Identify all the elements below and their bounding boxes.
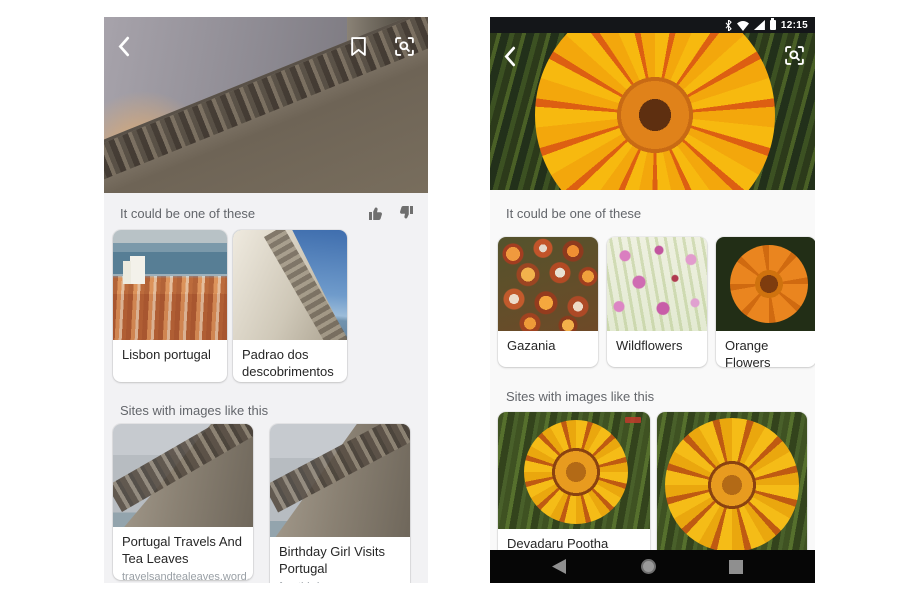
card-label: Wildflowers — [607, 331, 707, 355]
visual-search-icon — [784, 45, 805, 66]
card-label: Padrao dos descobrimentos — [233, 340, 347, 381]
padrao-thumbnail — [233, 230, 347, 340]
status-bar: 12:15 — [490, 17, 815, 33]
suggestions-heading-row: It could be one of these — [506, 206, 801, 221]
signal-icon — [754, 20, 765, 30]
back-button[interactable] — [503, 46, 516, 72]
visual-search-button[interactable] — [394, 36, 415, 62]
suggestion-card-gazania[interactable]: Gazania — [498, 237, 598, 367]
right-screenshot: 12:15 It could be one of these Gazania — [490, 17, 815, 583]
gazania-flower-shape — [665, 418, 799, 552]
site-thumbnail — [270, 424, 410, 537]
church-shape — [130, 256, 145, 284]
sites-heading-row: Sites with images like this — [506, 389, 801, 404]
wifi-icon — [737, 20, 749, 31]
visual-search-icon — [394, 36, 415, 57]
chevron-left-icon — [503, 46, 516, 67]
site-domain: fourthirds-user.com — [270, 578, 410, 583]
sites-heading: Sites with images like this — [120, 403, 268, 418]
gazania-flower-shape — [535, 33, 775, 190]
site-thumbnail — [113, 424, 253, 527]
bluetooth-icon — [725, 20, 732, 31]
query-image-monument — [104, 17, 428, 193]
nav-recents-button[interactable] — [729, 560, 743, 574]
thumbs-down-icon[interactable] — [398, 205, 414, 221]
suggestion-card-lisbon[interactable]: Lisbon portugal — [113, 230, 227, 382]
site-cards-row: Portugal Travels And Tea Leaves travelsa… — [113, 424, 410, 583]
sites-heading: Sites with images like this — [506, 389, 654, 404]
feedback-buttons — [368, 205, 414, 221]
cosmos-flower-shape — [730, 245, 808, 323]
lisbon-thumbnail — [113, 230, 227, 340]
bookmark-icon — [351, 37, 366, 56]
nav-home-button[interactable] — [641, 559, 656, 574]
card-label: Orange Flowers — [716, 331, 815, 367]
site-title: Portugal Travels And Tea Leaves — [113, 527, 253, 568]
gazania-thumbnail — [498, 237, 598, 331]
card-label: Gazania — [498, 331, 598, 355]
suggestion-cards-row: Gazania Wildflowers Orange Flowers — [498, 237, 815, 367]
wildflowers-thumbnail — [607, 237, 707, 331]
suggestion-card-wildflowers[interactable]: Wildflowers — [607, 237, 707, 367]
site-card-tea-leaves[interactable]: Portugal Travels And Tea Leaves travelsa… — [113, 424, 253, 580]
status-time: 12:15 — [781, 20, 808, 31]
image-watermark — [625, 417, 641, 423]
left-screenshot: It could be one of these Lisbon portugal… — [104, 17, 428, 583]
site-thumbnail — [498, 412, 650, 529]
bookmark-button[interactable] — [351, 37, 366, 61]
thumbs-up-icon[interactable] — [368, 205, 384, 221]
android-nav-bar — [490, 550, 815, 583]
suggestion-cards-row: Lisbon portugal Padrao dos descobrimento… — [113, 230, 347, 382]
suggestion-card-orange-flowers[interactable]: Orange Flowers — [716, 237, 815, 367]
suggestions-heading: It could be one of these — [120, 206, 255, 221]
suggestions-heading: It could be one of these — [506, 206, 641, 221]
site-domain: travelsandtealeaves.word... — [113, 568, 253, 580]
suggestion-card-padrao[interactable]: Padrao dos descobrimentos — [233, 230, 347, 382]
site-title: Birthday Girl Visits Portugal — [270, 537, 410, 578]
card-label: Lisbon portugal — [113, 340, 227, 364]
rooftops-shape — [113, 276, 227, 340]
query-image-flower — [490, 33, 815, 190]
nav-back-button[interactable] — [552, 559, 566, 574]
gazania-flower-shape — [524, 420, 628, 524]
battery-icon — [770, 20, 776, 30]
back-button[interactable] — [117, 36, 130, 62]
orange-flower-thumbnail — [716, 237, 815, 331]
suggestions-heading-row: It could be one of these — [120, 205, 414, 221]
sites-heading-row: Sites with images like this — [120, 403, 414, 418]
site-card-birthday-girl[interactable]: Birthday Girl Visits Portugal fourthirds… — [270, 424, 410, 583]
visual-search-button[interactable] — [784, 45, 805, 71]
chevron-left-icon — [117, 36, 130, 57]
